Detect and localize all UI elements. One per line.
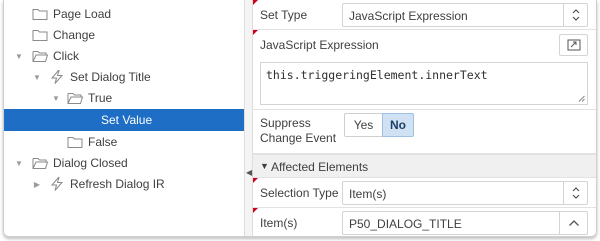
- select-value: Item(s): [349, 187, 387, 201]
- select-value: JavaScript Expression: [349, 9, 468, 23]
- property-editor: Set Type JavaScript Expression JavaScrip…: [253, 0, 596, 236]
- updown-chevron-icon: [563, 182, 587, 204]
- updown-chevron-icon: [563, 4, 587, 26]
- code-text: this.triggeringElement.innerText: [266, 68, 488, 82]
- folder-open-icon: [67, 93, 83, 104]
- property-items: Item(s) P50_DIALOG_TITLE: [253, 208, 596, 236]
- tree-item-click[interactable]: ▼ Click: [4, 46, 244, 67]
- tree-item-set-value[interactable]: Set Value: [4, 109, 244, 131]
- caret-down-icon: ▼: [260, 161, 269, 171]
- folder-icon: [32, 9, 48, 20]
- caret-down-icon[interactable]: ▼: [32, 73, 42, 83]
- expand-icon: [567, 39, 580, 51]
- group-label: Affected Elements: [271, 160, 369, 174]
- suppress-change-event-toggle: Yes No: [344, 113, 414, 137]
- property-label-line1: Suppress: [260, 116, 311, 130]
- window-frame: Page Load Change ▼ Click ▼ Set Dialog Ti…: [3, 0, 597, 237]
- required-marker: [253, 208, 258, 213]
- pane-splitter[interactable]: ◀: [244, 0, 253, 236]
- tree-item-label: True: [88, 91, 113, 105]
- tree-item-label: False: [88, 135, 118, 149]
- folder-open-icon: [32, 158, 48, 169]
- property-set-type: Set Type JavaScript Expression: [253, 0, 596, 30]
- collapse-left-icon[interactable]: ◀: [246, 168, 252, 177]
- tree-item-label: Set Value: [101, 113, 153, 127]
- tree-item-label: Set Dialog Title: [70, 70, 151, 84]
- property-label: Item(s): [260, 216, 298, 230]
- tree-item-dialog-closed[interactable]: ▼ Dialog Closed: [4, 153, 244, 174]
- input-value: P50_DIALOG_TITLE: [349, 217, 462, 231]
- required-marker: [253, 0, 258, 5]
- required-marker: [253, 178, 258, 183]
- folder-icon: [32, 30, 48, 41]
- tree-item-page-load[interactable]: Page Load: [4, 4, 244, 25]
- tree-item-label: Click: [53, 49, 79, 63]
- chevron-up-icon[interactable]: [559, 212, 587, 234]
- tree-item-false[interactable]: False: [4, 132, 244, 153]
- tree-item-label: Page Load: [53, 7, 112, 21]
- dynamic-actions-tree: Page Load Change ▼ Click ▼ Set Dialog Ti…: [4, 0, 244, 236]
- property-label-line2: Change Event: [260, 131, 337, 145]
- property-label: Set Type: [260, 8, 308, 22]
- property-suppress-change-event: Suppress Change Event: [253, 110, 596, 154]
- yes-option[interactable]: Yes: [344, 113, 382, 137]
- lightning-icon: [50, 177, 64, 191]
- caret-down-icon[interactable]: ▼: [14, 159, 24, 169]
- tree-item-set-dialog-title[interactable]: ▼ Set Dialog Title: [4, 67, 244, 88]
- required-marker: [253, 30, 258, 35]
- no-option[interactable]: No: [382, 113, 414, 137]
- property-selection-type: Selection Type Item(s): [253, 178, 596, 208]
- items-input[interactable]: P50_DIALOG_TITLE: [342, 211, 588, 235]
- tree-item-true[interactable]: ▼ True: [4, 88, 244, 109]
- expand-editor-button[interactable]: [559, 34, 588, 56]
- tree-item-label: Dialog Closed: [53, 156, 128, 170]
- caret-down-icon[interactable]: ▼: [51, 94, 61, 104]
- javascript-expression-editor[interactable]: this.triggeringElement.innerText: [260, 62, 588, 105]
- tree-item-refresh-dialog-ir[interactable]: ▶ Refresh Dialog IR: [4, 174, 244, 195]
- affected-elements-group-header[interactable]: ▼ Affected Elements: [253, 154, 596, 178]
- folder-open-icon: [32, 51, 48, 62]
- lightning-icon: [50, 70, 64, 84]
- caret-right-icon[interactable]: ▶: [32, 180, 42, 190]
- resize-handle-icon[interactable]: [578, 95, 585, 102]
- tree-item-label: Refresh Dialog IR: [70, 177, 165, 191]
- selection-type-select[interactable]: Item(s): [342, 181, 588, 205]
- property-label: JavaScript Expression: [260, 38, 379, 52]
- folder-icon: [67, 137, 83, 148]
- tree-item-label: Change: [53, 28, 96, 42]
- caret-down-icon[interactable]: ▼: [14, 52, 24, 62]
- set-type-select[interactable]: JavaScript Expression: [342, 3, 588, 27]
- property-label: Selection Type: [260, 186, 339, 200]
- tree-item-change[interactable]: Change: [4, 25, 244, 46]
